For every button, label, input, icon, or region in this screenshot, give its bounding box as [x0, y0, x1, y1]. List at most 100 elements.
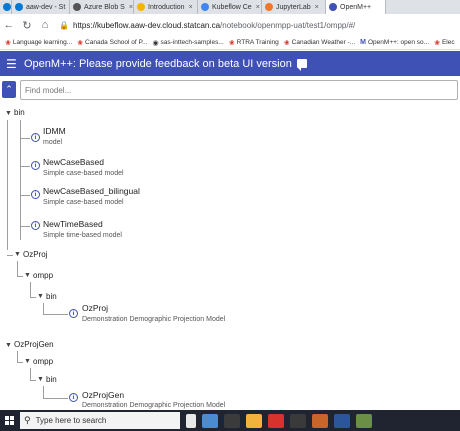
tree-line	[30, 297, 36, 298]
find-model-input[interactable]	[20, 80, 458, 100]
github-icon: ◉	[152, 39, 159, 47]
browser-tab[interactable]: Azure Blob S ×	[70, 0, 134, 14]
caret-down-icon[interactable]: ▼	[14, 251, 21, 258]
tree-line	[17, 261, 18, 276]
jupyter-icon	[265, 3, 273, 11]
task-view-icon[interactable]	[186, 413, 196, 428]
tree-folder-bin[interactable]: bin	[14, 108, 25, 117]
maple-leaf-icon: ❀	[434, 39, 440, 47]
model-name[interactable]: NewTimeBased	[43, 219, 103, 229]
app-icon[interactable]	[268, 413, 284, 428]
caret-down-icon[interactable]: ▼	[37, 293, 44, 300]
app-icon[interactable]	[356, 413, 372, 428]
tree-folder-bin[interactable]: bin	[46, 292, 57, 301]
windows-logo-icon	[4, 416, 14, 425]
tree-line	[17, 362, 23, 363]
reload-icon[interactable]: ↻	[18, 19, 36, 32]
address-bar: ← ↻ ⌂ 🔒 https://kubeflow.aaw-dev.cloud.s…	[0, 14, 460, 36]
caret-down-icon[interactable]: ▼	[5, 110, 12, 117]
bookmark-item[interactable]: ◉ sas-inttech-samples...	[152, 39, 223, 47]
taskbar-search-text: Type here to search	[35, 416, 107, 425]
info-icon[interactable]: i	[69, 393, 78, 402]
bookmark-item[interactable]: M OpenM++: open so...	[360, 39, 429, 46]
maple-leaf-icon: ❀	[5, 39, 11, 47]
caret-down-icon[interactable]: ▼	[24, 272, 31, 279]
tree-line	[30, 282, 31, 297]
tab-label: Azure Blob S	[84, 3, 125, 11]
tree-folder-bin[interactable]: bin	[46, 375, 57, 384]
tree-folder-ozprojgen[interactable]: OzProjGen	[14, 340, 54, 349]
browser-tab[interactable]: Introduction ×	[134, 0, 198, 14]
tree-folder-ompp[interactable]: ompp	[33, 271, 53, 280]
browser-tab[interactable]: Kubeflow Ce ×	[198, 0, 262, 14]
close-icon[interactable]: ×	[129, 4, 133, 11]
info-icon[interactable]: i	[31, 161, 40, 170]
bookmark-label: Elec	[441, 39, 455, 46]
tree-folder-ompp[interactable]: ompp	[33, 357, 53, 366]
caret-down-icon[interactable]: ▼	[37, 376, 44, 383]
home-icon[interactable]: ⌂	[36, 19, 54, 31]
app-icon[interactable]	[224, 413, 240, 428]
bookmark-item[interactable]: ❀ Elec	[434, 39, 455, 47]
browser-tab[interactable]: JupyterLab ×	[262, 0, 326, 14]
bookmark-label: OpenM++: open so...	[368, 39, 430, 46]
hamburger-menu-icon[interactable]: ☰	[6, 57, 24, 71]
close-icon[interactable]: ×	[189, 4, 193, 11]
info-icon[interactable]: i	[69, 309, 78, 318]
collapse-all-button[interactable]: ⌃	[2, 81, 16, 98]
maple-leaf-icon: ❀	[77, 39, 84, 47]
word-icon[interactable]	[334, 413, 350, 428]
document-icon	[137, 3, 145, 11]
feedback-icon[interactable]	[296, 59, 307, 71]
app-icon[interactable]	[290, 413, 306, 428]
model-name[interactable]: NewCaseBased	[43, 157, 104, 167]
maple-leaf-icon: ❀	[228, 39, 235, 47]
info-icon[interactable]: i	[31, 133, 40, 142]
bookmark-item[interactable]: ❀ Language learning...	[5, 39, 72, 47]
tree-line	[30, 380, 36, 381]
info-icon[interactable]: i	[31, 221, 40, 230]
caret-down-icon[interactable]: ▼	[5, 342, 12, 349]
tree-line	[17, 276, 23, 277]
tab-label: aaw-dev - St	[26, 3, 66, 11]
browser-tab-strip: aaw-dev - St× Azure Blob S× Introduction…	[0, 0, 460, 14]
model-name[interactable]: OzProj	[82, 303, 108, 313]
tree-line	[30, 368, 31, 380]
start-button[interactable]	[0, 410, 18, 431]
lock-icon[interactable]: 🔒	[58, 21, 70, 30]
app-title: OpenM++: Please provide feedback on beta…	[24, 57, 292, 70]
chevron-up-icon: ⌃	[5, 84, 13, 94]
search-row: ⌃	[0, 80, 460, 100]
windows-taskbar: ⚲ Type here to search	[0, 410, 460, 431]
browser-tab[interactable]: aaw-dev - St×	[12, 0, 70, 14]
file-explorer-icon[interactable]	[246, 413, 262, 428]
bookmark-item[interactable]: ❀ Canada School of P...	[77, 39, 147, 47]
caret-down-icon[interactable]: ▼	[24, 358, 31, 365]
close-icon[interactable]: ×	[256, 4, 260, 11]
bookmark-item[interactable]: ❀ RTRA Training	[229, 39, 279, 47]
openm-icon: M	[360, 39, 366, 46]
tree-line	[43, 314, 68, 315]
taskbar-search[interactable]: ⚲ Type here to search	[20, 412, 180, 429]
bookmark-label: Language learning...	[12, 39, 73, 46]
browser-tab[interactable]	[0, 0, 12, 14]
back-arrow-icon[interactable]: ←	[0, 19, 18, 31]
bookmark-item[interactable]: ❀ Canadian Weather -...	[284, 39, 355, 47]
close-icon[interactable]: ×	[315, 4, 319, 11]
model-name[interactable]: IDMM	[43, 126, 66, 136]
outlook-icon[interactable]	[312, 413, 328, 428]
tree-line	[7, 255, 13, 256]
model-description: Simple case-based model	[43, 170, 124, 177]
tree-folder-ozproj[interactable]: OzProj	[23, 250, 47, 259]
bookmark-label: RTRA Training	[236, 39, 279, 46]
browser-tab-active[interactable]: OpenM++	[326, 0, 386, 14]
edge-icon[interactable]	[202, 413, 218, 428]
model-name[interactable]: NewCaseBased_bilingual	[43, 186, 140, 196]
info-icon[interactable]: i	[31, 190, 40, 199]
url-field[interactable]: https://kubeflow.aaw-dev.cloud.statcan.c…	[73, 21, 355, 30]
maple-leaf-icon: ❀	[283, 39, 290, 47]
model-name[interactable]: OzProjGen	[82, 390, 124, 400]
url-host: https://kubeflow.aaw-dev.cloud.statcan.c…	[73, 20, 221, 30]
tab-label: Kubeflow Ce	[212, 3, 252, 11]
bookmarks-bar: ❀ Language learning... ❀ Canada School of …	[0, 36, 460, 50]
